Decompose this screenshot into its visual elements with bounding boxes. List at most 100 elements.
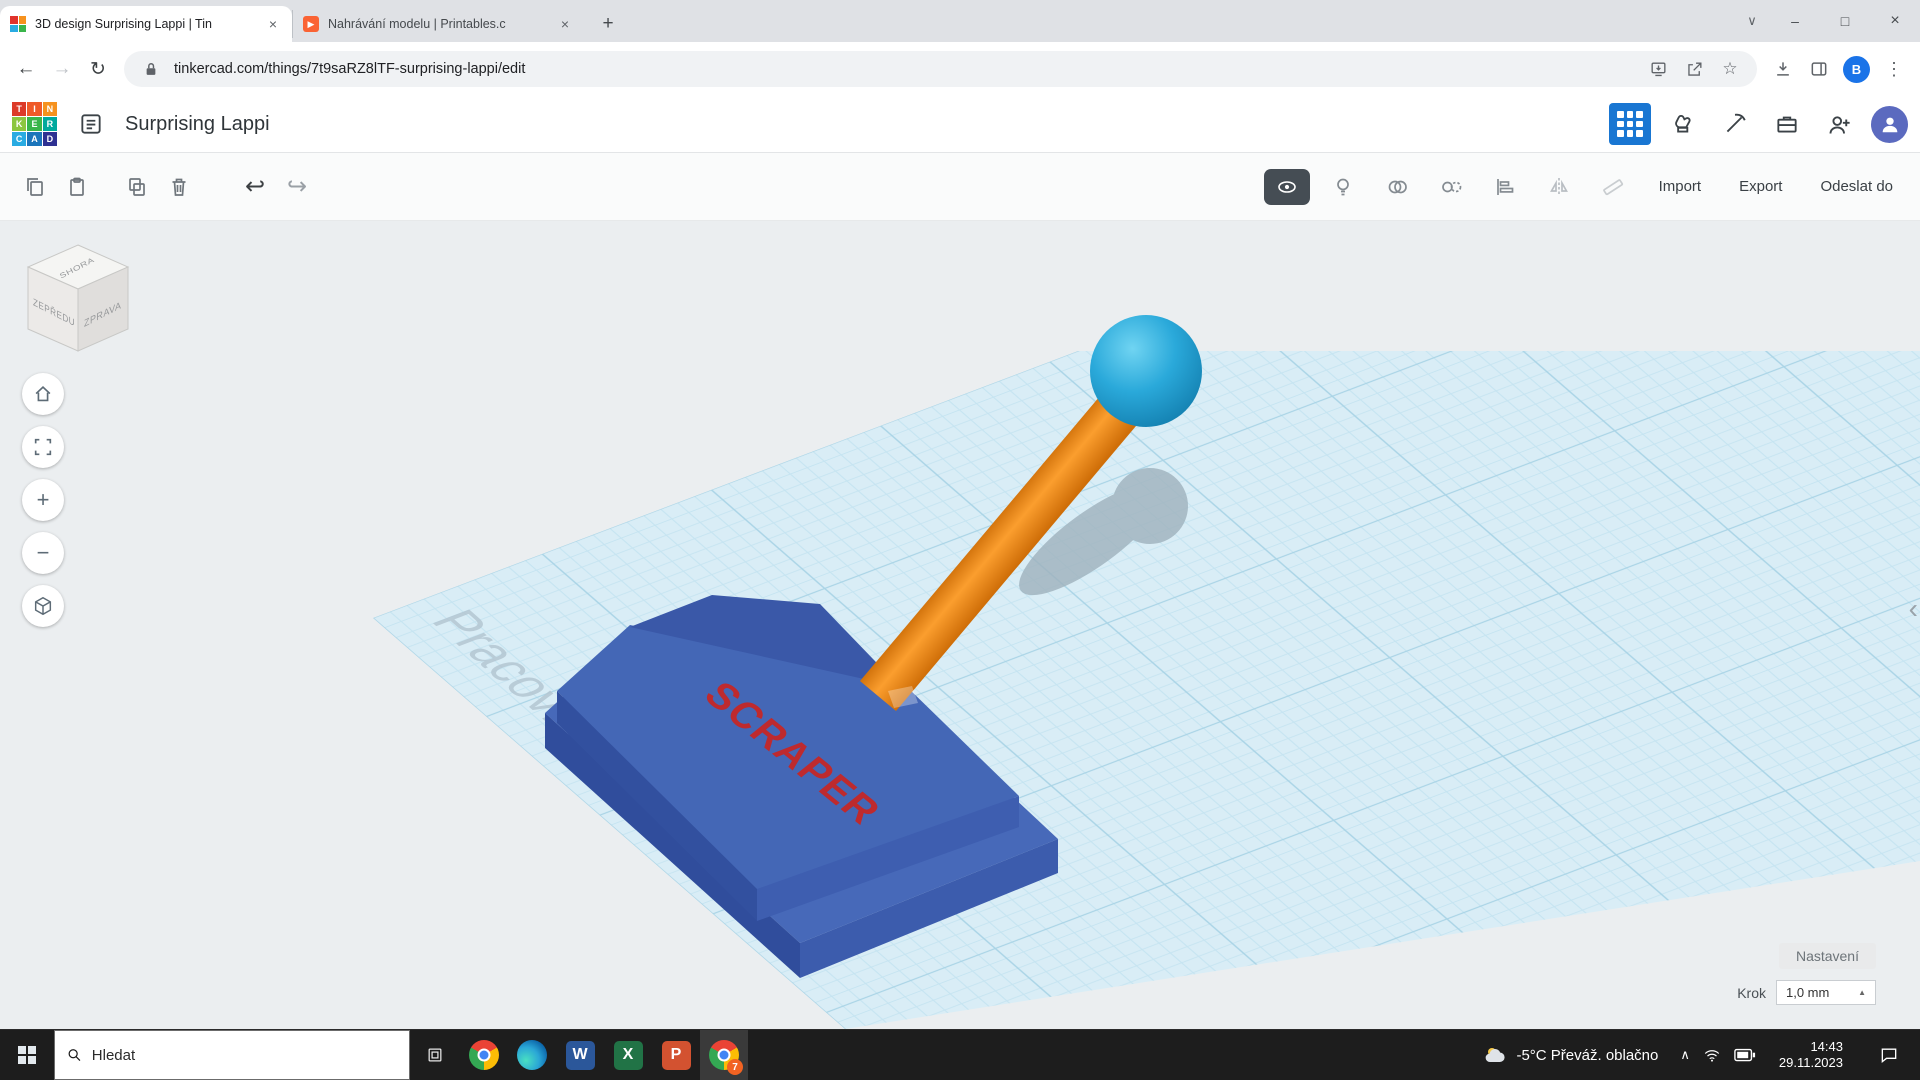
window-minimize-button[interactable]: – (1770, 0, 1820, 42)
browser-profile-avatar[interactable]: B (1843, 55, 1870, 83)
install-app-icon[interactable] (1645, 56, 1671, 82)
taskbar-browser-active-icon[interactable]: 7 (700, 1030, 748, 1080)
group-icon[interactable] (1376, 166, 1418, 208)
url-text[interactable]: tinkercad.com/things/7t9saRZ8lTF-surpris… (174, 61, 1635, 77)
import-button[interactable]: Import (1646, 170, 1715, 203)
workplane[interactable]: Pracovní plocha (169, 221, 1920, 1029)
tab-search-icon[interactable]: ∨ (1734, 0, 1770, 42)
cloudy-icon (1486, 1048, 1506, 1063)
reload-icon[interactable]: ↻ (80, 51, 116, 87)
redo-icon[interactable]: ↪ (276, 166, 318, 208)
search-icon (68, 1049, 81, 1061)
browser-menu-icon[interactable]: ⋮ (1876, 51, 1912, 87)
logo-letter: D (42, 132, 57, 147)
notification-badge: 7 (727, 1059, 743, 1075)
weather-text: -5°C Převáž. oblačno (1516, 1046, 1659, 1064)
settings-button[interactable]: Nastavení (1778, 943, 1876, 969)
snap-grid-label: Krok (1737, 984, 1766, 1001)
view-cube[interactable]: SHORA ZEPŘEDU ZPRAVA (22, 239, 134, 357)
window-close-button[interactable]: × (1870, 0, 1920, 42)
paste-icon[interactable] (56, 166, 98, 208)
taskbar-weather[interactable]: -5°C Převáž. oblačno (1469, 1030, 1672, 1080)
tinkercad-logo[interactable]: TIN KER CAD (12, 101, 57, 147)
battery-icon[interactable] (1734, 1047, 1756, 1063)
task-view-button[interactable] (410, 1030, 460, 1080)
logo-letter: E (27, 116, 42, 132)
taskbar-excel-icon[interactable]: X (604, 1030, 652, 1080)
excel-icon: X (613, 1040, 643, 1070)
taskbar-chrome-icon[interactable] (460, 1030, 508, 1080)
tinkercad-header: TIN KER CAD Surprising Lappi (0, 96, 1920, 153)
add-collaborator-icon[interactable] (1819, 104, 1859, 144)
tray-expand-icon[interactable]: ∧ (1680, 1047, 1690, 1063)
taskbar-word-icon[interactable]: W (556, 1030, 604, 1080)
home-view-button[interactable] (22, 373, 64, 415)
lock-icon[interactable] (138, 56, 164, 82)
shape-panel-toggle[interactable]: ‹ (1909, 593, 1918, 625)
side-panel-icon[interactable] (1801, 51, 1837, 87)
omnibox[interactable]: tinkercad.com/things/7t9saRZ8lTF-surpris… (124, 51, 1757, 87)
forward-icon[interactable]: → (44, 51, 80, 87)
logo-letter: A (27, 132, 42, 147)
minecraft-pickaxe-icon[interactable] (1715, 104, 1755, 144)
snap-grid-row: Krok 1,0 mm ▲ (1737, 980, 1876, 1005)
tab-close-icon[interactable]: × (264, 15, 282, 33)
download-icon[interactable] (1765, 51, 1801, 87)
clock-time: 14:43 (1810, 1039, 1843, 1054)
tab-tinkercad[interactable]: 3D design Surprising Lappi | Tin × (0, 6, 292, 42)
new-tab-button[interactable]: + (594, 10, 622, 38)
ruler-icon[interactable] (1592, 166, 1634, 208)
toolbar-right: Import Export Odeslat do (1263, 166, 1906, 208)
export-button[interactable]: Export (1726, 170, 1795, 203)
edit-toolbar: ↩ ↪ Import Export Odeslat do (0, 153, 1920, 221)
tab-close-icon[interactable]: × (556, 15, 574, 33)
design-canvas[interactable]: Pracovní plocha SCRA (0, 221, 1920, 1029)
blocks-view-button[interactable] (1609, 103, 1651, 145)
show-all-eye-button[interactable] (1263, 168, 1310, 205)
mitt-icon[interactable] (1663, 104, 1703, 144)
snap-grid-select[interactable]: 1,0 mm ▲ (1776, 980, 1876, 1005)
wifi-icon[interactable] (1703, 1046, 1721, 1064)
perspective-toggle-button[interactable] (22, 585, 64, 627)
send-to-button[interactable]: Odeslat do (1807, 170, 1906, 203)
viewport-nav: + − (22, 373, 64, 627)
browser-tab-strip: 3D design Surprising Lappi | Tin × ▶ Nah… (0, 0, 1920, 42)
taskbar-edge-icon[interactable] (508, 1030, 556, 1080)
tab-title: Nahrávání modelu | Printables.c (328, 17, 506, 31)
lightbulb-icon[interactable] (1322, 166, 1364, 208)
action-center-button[interactable] (1866, 1045, 1912, 1065)
bookmark-star-icon[interactable]: ☆ (1717, 56, 1743, 82)
taskbar-powerpoint-icon[interactable]: P (652, 1030, 700, 1080)
grid-settings: Nastavení Krok 1,0 mm ▲ (1737, 943, 1876, 1005)
windows-taskbar: W X P 7 -5°C Převáž. oblačno ∧ 14:43 29.… (0, 1029, 1920, 1080)
zoom-in-button[interactable]: + (22, 479, 64, 521)
ungroup-icon[interactable] (1430, 166, 1472, 208)
scene-3d[interactable]: Pracovní plocha SCRA (0, 221, 1920, 1029)
taskbar-search[interactable] (54, 1030, 410, 1080)
tab-title: 3D design Surprising Lappi | Tin (35, 17, 212, 31)
fit-view-button[interactable] (22, 426, 64, 468)
copy-icon[interactable] (14, 166, 56, 208)
taskbar-clock[interactable]: 14:43 29.11.2023 (1769, 1039, 1853, 1071)
account-avatar[interactable] (1871, 105, 1908, 143)
window-maximize-button[interactable]: □ (1820, 0, 1870, 42)
model-ball[interactable] (1090, 315, 1202, 427)
design-title[interactable]: Surprising Lappi (125, 113, 270, 136)
undo-icon[interactable]: ↩ (234, 166, 276, 208)
duplicate-icon[interactable] (116, 166, 158, 208)
start-button[interactable] (0, 1030, 54, 1080)
browser-address-bar: ← → ↻ tinkercad.com/things/7t9saRZ8lTF-s… (0, 42, 1920, 96)
design-menu-icon[interactable] (71, 104, 111, 144)
search-input[interactable] (91, 1046, 397, 1064)
bricks-icon[interactable] (1767, 104, 1807, 144)
mirror-icon[interactable] (1538, 166, 1580, 208)
logo-letter: I (27, 101, 42, 116)
back-icon[interactable]: ← (8, 51, 44, 87)
zoom-out-button[interactable]: − (22, 532, 64, 574)
tab-printables[interactable]: ▶ Nahrávání modelu | Printables.c × (292, 10, 584, 38)
screen: 3D design Surprising Lappi | Tin × ▶ Nah… (0, 0, 1920, 1080)
share-icon[interactable] (1681, 56, 1707, 82)
snap-grid-value: 1,0 mm (1786, 985, 1830, 1000)
align-icon[interactable] (1484, 166, 1526, 208)
delete-icon[interactable] (158, 166, 200, 208)
